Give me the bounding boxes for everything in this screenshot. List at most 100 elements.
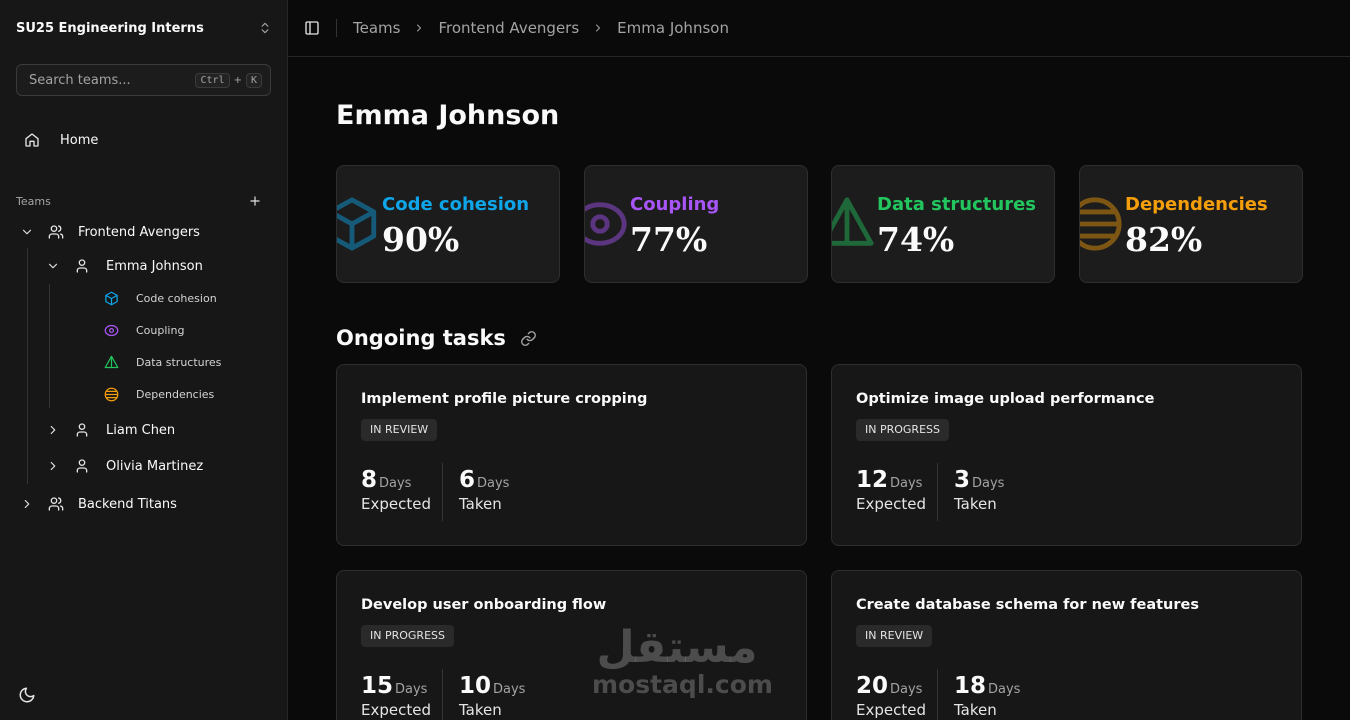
days-unit: Days xyxy=(477,476,510,491)
tree-member-label: Emma Johnson xyxy=(106,258,203,274)
teams-section-header: Teams xyxy=(16,192,272,210)
task-card[interactable]: Create database schema for new features … xyxy=(831,570,1302,720)
status-badge: IN PROGRESS xyxy=(856,419,949,441)
days-unit: Days xyxy=(890,682,923,697)
task-taken: 10 Days Taken xyxy=(459,673,525,719)
triangle-icon xyxy=(104,355,119,368)
tree-member-label: Liam Chen xyxy=(106,422,176,438)
stat-divider xyxy=(442,463,443,521)
user-icon xyxy=(76,423,88,437)
taken-days-value: 10 xyxy=(459,673,492,699)
watermark-arabic: مستقل xyxy=(596,622,758,673)
expected-label: Expected xyxy=(856,495,926,513)
kbd-plus: + xyxy=(233,74,242,86)
chevron-down-icon xyxy=(48,263,58,269)
chevron-right-icon xyxy=(596,24,601,32)
users-icon xyxy=(48,225,64,239)
link-icon[interactable] xyxy=(520,330,537,347)
metric-card-code-cohesion: Code cohesion 90% xyxy=(336,165,560,283)
expected-days-value: 12 xyxy=(856,467,889,493)
home-icon xyxy=(25,133,39,147)
task-expected: 8 Days Expected xyxy=(361,467,431,513)
tree-team-frontend-avengers[interactable]: Frontend Avengers xyxy=(20,222,200,242)
metric-label: Code cohesion xyxy=(382,194,530,215)
search-placeholder: Search teams... xyxy=(29,72,131,88)
taken-days-value: 3 xyxy=(954,467,971,493)
taken-days-value: 18 xyxy=(954,673,987,699)
chevron-down-icon xyxy=(22,229,32,235)
chevrons-up-down-icon xyxy=(261,22,269,34)
task-card[interactable]: Optimize image upload performance IN PRO… xyxy=(831,364,1302,546)
search-input[interactable]: Search teams... Ctrl + K xyxy=(16,64,271,96)
tree-member-liam-chen[interactable]: Liam Chen xyxy=(46,420,175,440)
task-taken: 18 Days Taken xyxy=(954,673,1020,719)
tree-metric-label: Coupling xyxy=(136,323,185,337)
chevron-right-icon xyxy=(24,499,30,509)
stat-divider xyxy=(937,463,938,521)
metric-value: 74% xyxy=(877,220,955,259)
task-card[interactable]: Implement profile picture cropping IN RE… xyxy=(336,364,807,546)
breadcrumb-team[interactable]: Frontend Avengers xyxy=(438,19,579,37)
task-expected: 20 Days Expected xyxy=(856,673,926,719)
chevron-right-icon xyxy=(417,24,422,32)
tasks-section-title: Ongoing tasks xyxy=(336,326,506,350)
org-switcher[interactable]: SU25 Engineering Interns xyxy=(16,18,272,38)
chevron-right-icon xyxy=(50,461,56,471)
tree-metric-data-structures[interactable]: Data structures xyxy=(104,354,221,370)
expected-label: Expected xyxy=(361,701,431,719)
kbd-ctrl: Ctrl xyxy=(195,72,230,88)
days-unit: Days xyxy=(493,682,526,697)
tree-metric-dependencies[interactable]: Dependencies xyxy=(104,386,214,402)
breadcrumb-teams[interactable]: Teams xyxy=(353,19,400,37)
moon-icon[interactable] xyxy=(18,686,36,704)
user-icon xyxy=(76,459,88,473)
metric-card-data-structures: Data structures 74% xyxy=(831,165,1055,283)
status-badge: IN PROGRESS xyxy=(361,625,454,647)
topbar: Teams Frontend Avengers Emma Johnson xyxy=(288,0,1350,57)
box-icon xyxy=(105,291,118,305)
tree-metric-label: Dependencies xyxy=(136,387,215,401)
taken-label: Taken xyxy=(459,701,502,719)
task-expected: 15 Days Expected xyxy=(361,673,431,719)
circle-lines-icon xyxy=(104,387,119,401)
org-name: SU25 Engineering Interns xyxy=(16,20,204,36)
tree-guide-line xyxy=(49,284,50,408)
metric-label: Data structures xyxy=(877,194,1037,215)
tree-member-emma-johnson[interactable]: Emma Johnson xyxy=(46,256,203,276)
sidebar-toggle-icon[interactable] xyxy=(304,20,320,36)
tree-team-backend-titans[interactable]: Backend Titans xyxy=(20,494,177,514)
taken-label: Taken xyxy=(459,495,502,513)
tree-guide-line xyxy=(27,248,28,484)
metric-card-dependencies: Dependencies 82% xyxy=(1079,165,1303,283)
status-badge: IN REVIEW xyxy=(361,419,438,441)
tree-metric-coupling[interactable]: Coupling xyxy=(104,322,184,338)
sidebar: SU25 Engineering Interns Search teams...… xyxy=(0,0,288,720)
metric-value: 82% xyxy=(1125,220,1203,259)
expected-label: Expected xyxy=(856,701,926,719)
days-unit: Days xyxy=(395,682,428,697)
task-title: Develop user onboarding flow xyxy=(361,597,607,613)
users-icon xyxy=(48,497,64,511)
tree-metric-code-cohesion[interactable]: Code cohesion xyxy=(104,290,217,306)
taken-label: Taken xyxy=(954,495,997,513)
task-taken: 3 Days Taken xyxy=(954,467,1004,513)
watermark: مستقل mostaql.com xyxy=(592,622,773,710)
task-expected: 12 Days Expected xyxy=(856,467,926,513)
tree-metric-label: Data structures xyxy=(136,355,222,369)
teams-section-label: Teams xyxy=(16,194,51,208)
tree-member-olivia-martinez[interactable]: Olivia Martinez xyxy=(46,456,203,476)
nav-home[interactable]: Home xyxy=(16,124,272,156)
topbar-divider xyxy=(336,19,337,37)
circle-lines-icon xyxy=(1080,197,1122,251)
breadcrumb: Teams Frontend Avengers Emma Johnson xyxy=(353,19,729,37)
taken-label: Taken xyxy=(954,701,997,719)
plus-icon[interactable] xyxy=(248,194,262,208)
nav-home-label: Home xyxy=(60,132,99,148)
triangle-icon xyxy=(832,197,874,246)
metric-card-coupling: Coupling 77% xyxy=(584,165,808,283)
tasks-section-header: Ongoing tasks xyxy=(336,326,537,350)
watermark-latin: mostaql.com xyxy=(592,670,773,699)
stat-divider xyxy=(442,669,443,720)
task-title: Implement profile picture cropping xyxy=(361,391,648,407)
expected-days-value: 15 xyxy=(361,673,394,699)
